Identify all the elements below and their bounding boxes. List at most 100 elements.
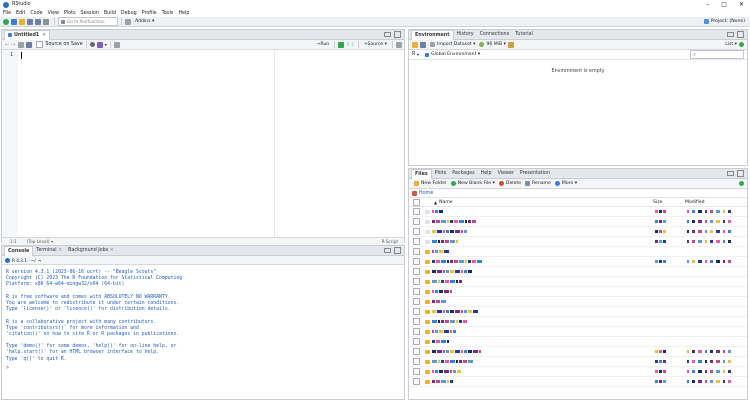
new-folder-button[interactable]: New Folder	[412, 181, 449, 186]
file-name-redacted[interactable]	[432, 210, 444, 213]
show-in-window-icon[interactable]	[18, 41, 25, 48]
tab-connections[interactable]: Connections	[477, 30, 513, 39]
file-row[interactable]	[409, 337, 747, 347]
file-checkbox[interactable]	[413, 328, 420, 335]
code-editor[interactable]: 1	[2, 50, 404, 237]
file-name-redacted[interactable]	[432, 280, 463, 283]
down-arrow-icon[interactable]: ⇩	[350, 42, 354, 48]
menu-file[interactable]: File	[3, 11, 11, 16]
scope-indicator[interactable]: (Top Level)	[27, 239, 50, 244]
forward-arrow-icon[interactable]: →	[11, 42, 15, 48]
file-name-redacted[interactable]	[432, 320, 468, 323]
file-name-redacted[interactable]	[432, 290, 453, 293]
file-checkbox[interactable]	[413, 338, 420, 345]
file-checkbox[interactable]	[413, 318, 420, 325]
tab-packages[interactable]: Packages	[449, 169, 477, 178]
dropdown-icon[interactable]: ▾	[105, 42, 107, 47]
file-checkbox[interactable]	[413, 298, 420, 305]
file-checkbox[interactable]	[413, 348, 420, 355]
console-output[interactable]: R version 4.3.1 (2023-06-16 ucrt) -- "Be…	[2, 265, 404, 363]
file-name-redacted[interactable]	[432, 310, 479, 313]
source-on-save-checkbox[interactable]	[36, 41, 44, 48]
new-file-icon[interactable]	[3, 18, 9, 25]
tab-help[interactable]: Help	[478, 169, 495, 178]
rename-button[interactable]: Rename	[523, 181, 553, 186]
open-file-icon[interactable]	[19, 18, 25, 25]
save-icon[interactable]	[27, 18, 33, 25]
list-view-toggle[interactable]: List ▾	[723, 42, 739, 47]
file-name-redacted[interactable]	[432, 340, 450, 343]
menu-debug[interactable]: Debug	[121, 11, 137, 16]
maximize-pane-icon[interactable]	[737, 170, 744, 177]
menu-edit[interactable]: Edit	[16, 11, 25, 16]
minimize-pane-icon[interactable]	[384, 32, 391, 37]
file-name-redacted[interactable]	[432, 360, 474, 363]
run-button[interactable]: ➜ Run	[315, 42, 332, 47]
file-name-redacted[interactable]	[432, 240, 459, 243]
menu-session[interactable]: Session	[81, 11, 99, 16]
file-name-redacted[interactable]	[432, 300, 447, 303]
menu-profile[interactable]: Profile	[142, 11, 157, 16]
source-button[interactable]: ➜ Source ▾	[362, 42, 389, 47]
save-icon[interactable]	[26, 41, 33, 48]
file-row[interactable]	[409, 287, 747, 297]
header-size[interactable]: Size	[653, 200, 662, 205]
file-checkbox[interactable]	[413, 278, 420, 285]
maximize-pane-icon[interactable]	[737, 31, 744, 38]
file-name-redacted[interactable]	[432, 370, 462, 373]
compile-report-icon[interactable]	[113, 41, 120, 48]
tab-history[interactable]: History	[454, 30, 477, 39]
close-tab-icon[interactable]: ×	[58, 248, 62, 253]
file-row[interactable]	[409, 317, 747, 327]
print-icon[interactable]	[43, 18, 49, 25]
file-checkbox[interactable]	[413, 248, 420, 255]
file-row[interactable]	[409, 227, 747, 237]
maximize-icon[interactable]: □	[721, 1, 727, 8]
file-row[interactable]	[409, 327, 747, 337]
header-modified[interactable]: Modified	[685, 200, 705, 205]
magic-wand-icon[interactable]	[96, 41, 103, 48]
rerun-icon[interactable]	[338, 41, 345, 48]
file-row[interactable]	[409, 277, 747, 287]
maximize-pane-icon[interactable]	[394, 31, 401, 38]
file-row[interactable]	[409, 307, 747, 317]
file-checkbox[interactable]	[413, 368, 420, 375]
file-name-redacted[interactable]	[432, 380, 454, 383]
file-name-redacted[interactable]	[432, 260, 483, 263]
new-project-icon[interactable]	[11, 18, 17, 25]
tab-console[interactable]: Console	[4, 245, 34, 256]
file-checkbox[interactable]	[413, 268, 420, 275]
save-workspace-icon[interactable]	[420, 41, 426, 48]
header-name[interactable]: Name	[439, 200, 453, 205]
file-name-redacted[interactable]	[432, 230, 468, 233]
file-checkbox[interactable]	[413, 378, 420, 385]
file-checkbox[interactable]	[413, 228, 420, 235]
global-env-select[interactable]: Global Environment ▾	[423, 52, 482, 57]
file-row[interactable]	[409, 267, 747, 277]
minimize-pane-icon[interactable]	[727, 171, 734, 176]
memory-usage[interactable]: 96 MiB ▾	[477, 42, 507, 47]
menu-plots[interactable]: Plots	[64, 11, 76, 16]
load-workspace-icon[interactable]	[412, 41, 418, 48]
tab-background-jobs[interactable]: Background Jobs ×	[65, 246, 117, 255]
goto-file-input[interactable]: Go to file/function	[58, 17, 118, 26]
file-name-redacted[interactable]	[432, 270, 473, 273]
maximize-pane-icon[interactable]	[394, 247, 401, 254]
file-name-redacted[interactable]	[432, 250, 450, 253]
file-name-redacted[interactable]	[432, 350, 482, 353]
menu-build[interactable]: Build	[104, 11, 116, 16]
file-row[interactable]	[409, 377, 747, 387]
file-checkbox[interactable]	[413, 208, 420, 215]
home-icon[interactable]	[412, 190, 417, 196]
search-icon[interactable]	[89, 42, 95, 47]
menu-help[interactable]: Help	[178, 11, 189, 16]
tab-environment[interactable]: Environment	[411, 29, 454, 40]
more-button[interactable]: More ▾	[553, 181, 579, 186]
tab-untitled1[interactable]: Untitled1 ×	[4, 29, 51, 40]
addins-button[interactable]: Addins ▾	[133, 19, 156, 24]
file-row[interactable]	[409, 257, 747, 267]
broom-icon[interactable]	[507, 41, 514, 48]
minimize-pane-icon[interactable]	[727, 32, 734, 37]
env-search-input[interactable]: ⚲	[690, 50, 744, 59]
minimize-icon[interactable]: –	[706, 1, 709, 8]
